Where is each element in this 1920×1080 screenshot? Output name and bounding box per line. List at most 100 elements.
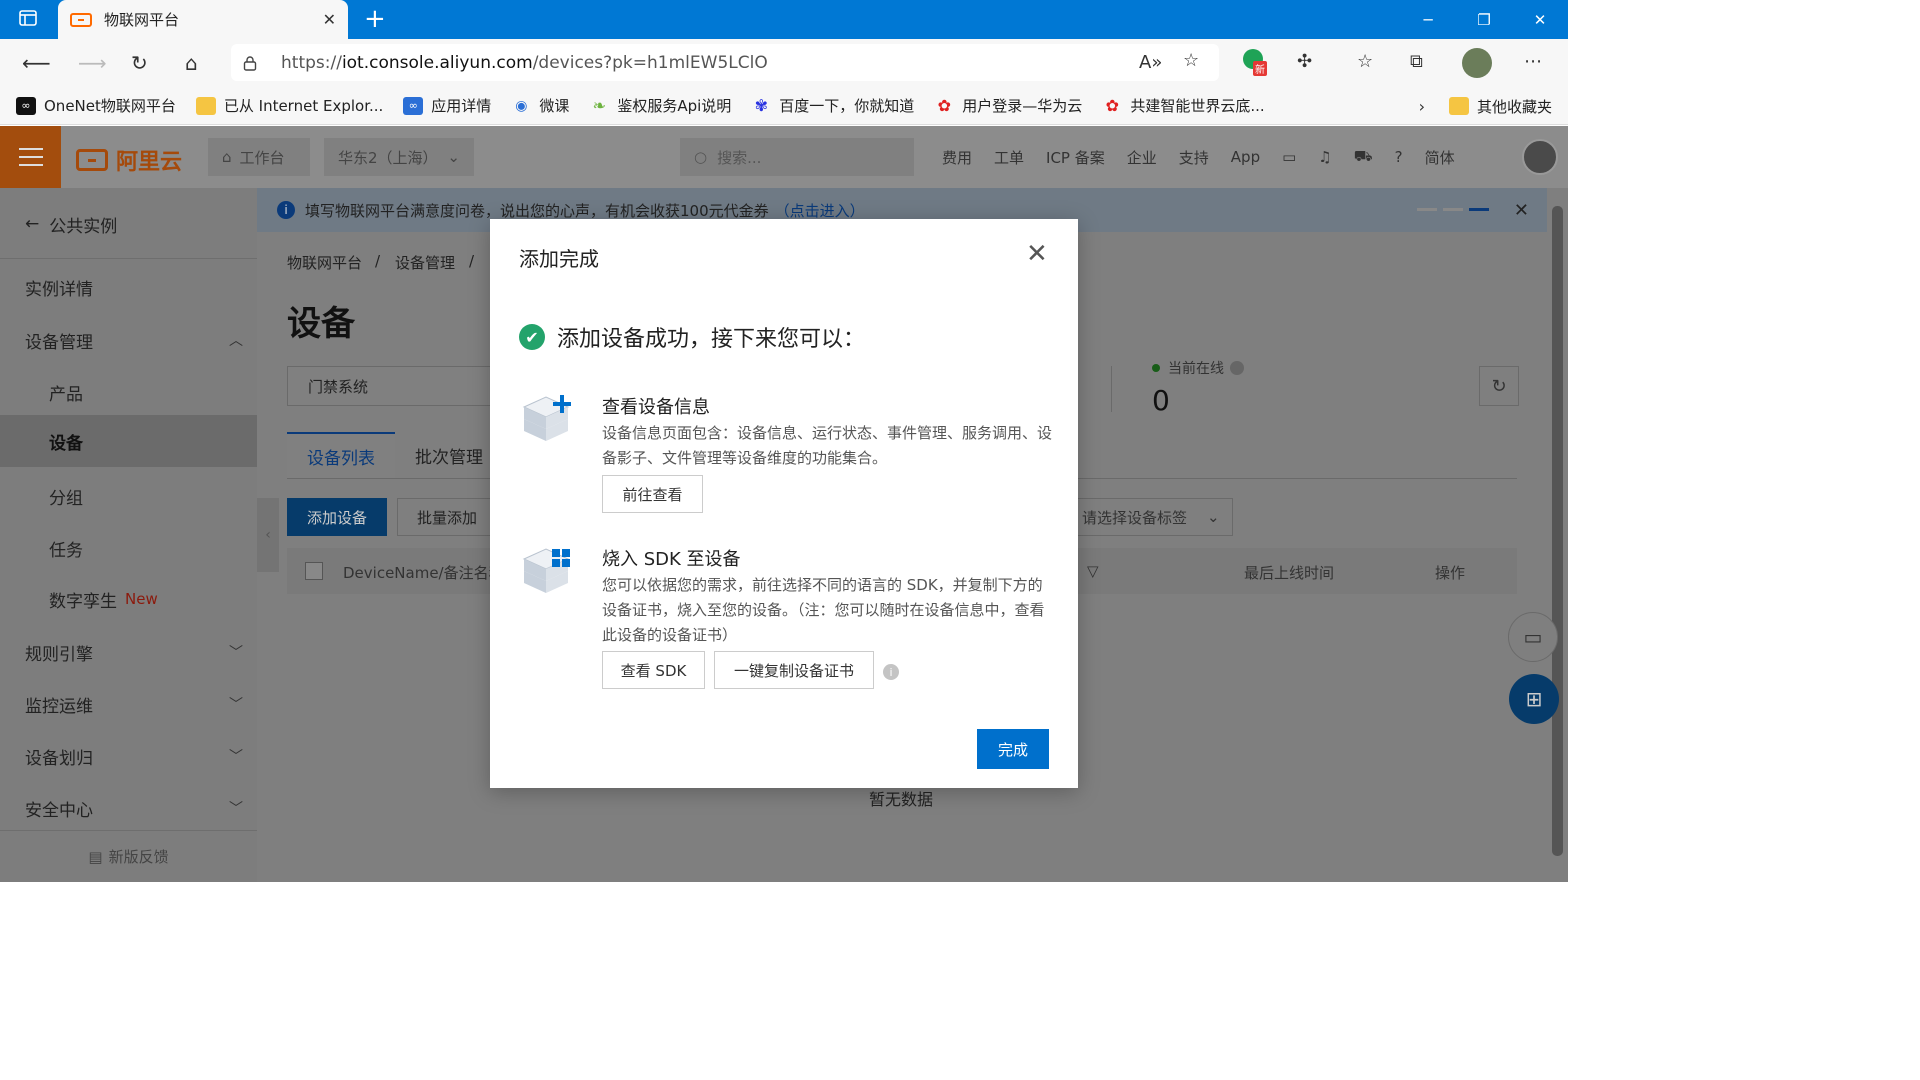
- apps-icon[interactable]: ⊞: [1509, 674, 1559, 724]
- scrollbar[interactable]: [1547, 188, 1568, 882]
- restore-icon[interactable]: ❐: [1456, 0, 1512, 39]
- chevron-right-icon[interactable]: ›: [1419, 97, 1425, 116]
- breadcrumb-item[interactable]: 物联网平台: [287, 252, 362, 273]
- info-icon[interactable]: i: [883, 664, 899, 680]
- user-avatar[interactable]: [1522, 139, 1558, 175]
- chevron-up-icon: ︿: [229, 333, 243, 349]
- home-icon[interactable]: ⌂: [185, 51, 198, 75]
- sidebar-item-group[interactable]: 分组: [0, 470, 257, 522]
- tab-batch-management[interactable]: 批次管理: [395, 432, 503, 478]
- feedback-button[interactable]: ▤ 新版反馈: [0, 830, 257, 882]
- address-bar[interactable]: https://iot.console.aliyun.com/devices?p…: [231, 44, 1219, 81]
- help-icon[interactable]: ?: [1395, 148, 1403, 166]
- option-description: 您可以依据您的需求，前往选择不同的语言的 SDK，并复制下方的设备证书，烧入至您…: [602, 576, 1045, 644]
- sidebar-item-security[interactable]: 安全中心 ﹀: [0, 782, 257, 834]
- chevron-down-icon: ﹀: [229, 645, 243, 661]
- back-icon[interactable]: ⟵: [22, 51, 51, 75]
- sidebar-item-rules[interactable]: 规则引擎 ﹀: [0, 626, 257, 678]
- more-options-icon[interactable]: ⋯: [1524, 51, 1542, 72]
- top-link-support[interactable]: 支持: [1179, 147, 1209, 168]
- bookmark-item[interactable]: ✿ 用户登录—华为云: [934, 95, 1083, 116]
- add-device-button[interactable]: 添加设备: [287, 498, 387, 536]
- bookmark-item[interactable]: ✾ 百度一下，你就知道: [751, 95, 915, 116]
- cart-icon[interactable]: ⛟: [1354, 147, 1373, 167]
- console-topbar: 阿里云 ⌂ 工作台 华东2（上海） ⌄ ○ 搜索... 费用 工单 ICP 备案 企业…: [0, 126, 1568, 188]
- bookmark-item[interactable]: ❧ 鉴权服务Api说明: [589, 95, 732, 116]
- reload-icon[interactable]: ↻: [131, 51, 148, 75]
- notice-link[interactable]: （点击进入）: [775, 200, 865, 221]
- feedback-icon: ▤: [88, 847, 103, 866]
- select-all-checkbox[interactable]: [305, 562, 323, 580]
- bookmark-item[interactable]: 已从 Internet Explor...: [195, 95, 383, 116]
- filter-icon[interactable]: ▽: [1087, 562, 1099, 580]
- language-switch[interactable]: 简体: [1425, 147, 1455, 168]
- forward-icon[interactable]: ⟶: [78, 51, 107, 75]
- sidebar-item-task[interactable]: 任务: [0, 522, 257, 574]
- done-button[interactable]: 完成: [977, 729, 1049, 769]
- view-sdk-button[interactable]: 查看 SDK: [602, 651, 705, 689]
- breadcrumb-item[interactable]: 设备管理: [395, 252, 455, 273]
- sidebar-item-assign[interactable]: 设备划归 ﹀: [0, 730, 257, 782]
- region-select[interactable]: 华东2（上海） ⌄: [324, 138, 474, 176]
- chevron-down-icon: ﹀: [229, 749, 243, 765]
- copy-certificate-button[interactable]: 一键复制设备证书: [714, 651, 874, 689]
- sidebar-item-monitor[interactable]: 监控运维 ﹀: [0, 678, 257, 730]
- help-icon[interactable]: [1230, 361, 1244, 375]
- option-description: 设备信息页面包含：设备信息、运行状态、事件管理、服务调用、设备影子、文件管理等设…: [602, 424, 1053, 467]
- sidebar-back[interactable]: ← 公共实例: [0, 198, 257, 250]
- tag-select[interactable]: 请选择设备标签 ⌄: [1075, 498, 1233, 536]
- top-link-enterprise[interactable]: 企业: [1127, 147, 1157, 168]
- menu-icon[interactable]: [0, 126, 61, 188]
- extension-badge-icon[interactable]: 新: [1243, 49, 1267, 76]
- profile-avatar[interactable]: [1462, 48, 1492, 83]
- extensions-icon[interactable]: ✣: [1297, 51, 1312, 72]
- other-bookmarks[interactable]: 其他收藏夹: [1448, 96, 1552, 117]
- product-select[interactable]: 门禁系统: [287, 366, 507, 406]
- search-input[interactable]: ○ 搜索...: [680, 138, 914, 176]
- close-icon[interactable]: ✕: [1026, 241, 1048, 267]
- view-device-button[interactable]: 前往查看: [602, 475, 703, 513]
- arrow-left-icon: ←: [25, 214, 40, 234]
- bell-icon[interactable]: ♫: [1318, 148, 1331, 166]
- bookmark-item[interactable]: ∞ OneNet物联网平台: [16, 95, 176, 116]
- online-label: 当前在线: [1152, 358, 1244, 378]
- sidebar-item-instance[interactable]: 实例详情: [0, 261, 257, 313]
- workbench-button[interactable]: ⌂ 工作台: [208, 138, 310, 176]
- sidebar-item-device-mgmt[interactable]: 设备管理 ︿: [0, 314, 257, 366]
- collapse-sidebar-icon[interactable]: ‹: [257, 498, 279, 572]
- tab-actions-icon[interactable]: [18, 8, 38, 33]
- browser-tab[interactable]: 物联网平台 ✕: [58, 0, 348, 39]
- close-tab-icon[interactable]: ✕: [323, 10, 336, 29]
- bookmark-item[interactable]: ✿ 共建智能世界云底...: [1102, 95, 1265, 116]
- top-link-ticket[interactable]: 工单: [994, 147, 1024, 168]
- leaf-icon: ❧: [592, 96, 607, 115]
- terminal-icon[interactable]: ▭: [1282, 148, 1296, 166]
- aliyun-logo[interactable]: 阿里云: [76, 144, 182, 176]
- sidebar-item-product[interactable]: 产品: [0, 366, 257, 418]
- refresh-button[interactable]: ↻: [1479, 366, 1519, 406]
- new-tab-icon[interactable]: +: [364, 4, 386, 34]
- batch-add-button[interactable]: 批量添加: [397, 498, 497, 536]
- favorites-icon[interactable]: ☆: [1357, 51, 1373, 72]
- close-window-icon[interactable]: ✕: [1512, 0, 1568, 39]
- chat-icon[interactable]: ▭: [1508, 612, 1558, 662]
- read-aloud-icon[interactable]: A»: [1139, 52, 1162, 73]
- add-favorite-icon[interactable]: ☆: [1183, 50, 1199, 71]
- tab-device-list[interactable]: 设备列表: [287, 432, 395, 478]
- sidebar-item-digital-twin[interactable]: 数字孪生 New: [0, 573, 257, 625]
- top-link-icp[interactable]: ICP 备案: [1046, 147, 1105, 168]
- close-icon[interactable]: ✕: [1514, 200, 1529, 221]
- collections-icon[interactable]: ⧉: [1410, 51, 1423, 72]
- minimize-icon[interactable]: ─: [1400, 0, 1456, 39]
- carousel-dots[interactable]: [1417, 208, 1489, 211]
- top-link-fees[interactable]: 费用: [942, 147, 972, 168]
- bookmarks-right: › 其他收藏夹: [1419, 87, 1552, 125]
- sidebar-item-device[interactable]: 设备: [0, 415, 257, 467]
- top-link-app[interactable]: App: [1231, 148, 1260, 166]
- lock-icon[interactable]: [243, 55, 257, 71]
- bookmark-item[interactable]: ◉ 微课: [511, 95, 569, 116]
- chevron-down-icon: ⌄: [447, 148, 460, 166]
- sdk-icon: [522, 548, 570, 593]
- bookmark-item[interactable]: ∞ 应用详情: [403, 95, 491, 116]
- column-header: 最后上线时间: [1244, 564, 1335, 582]
